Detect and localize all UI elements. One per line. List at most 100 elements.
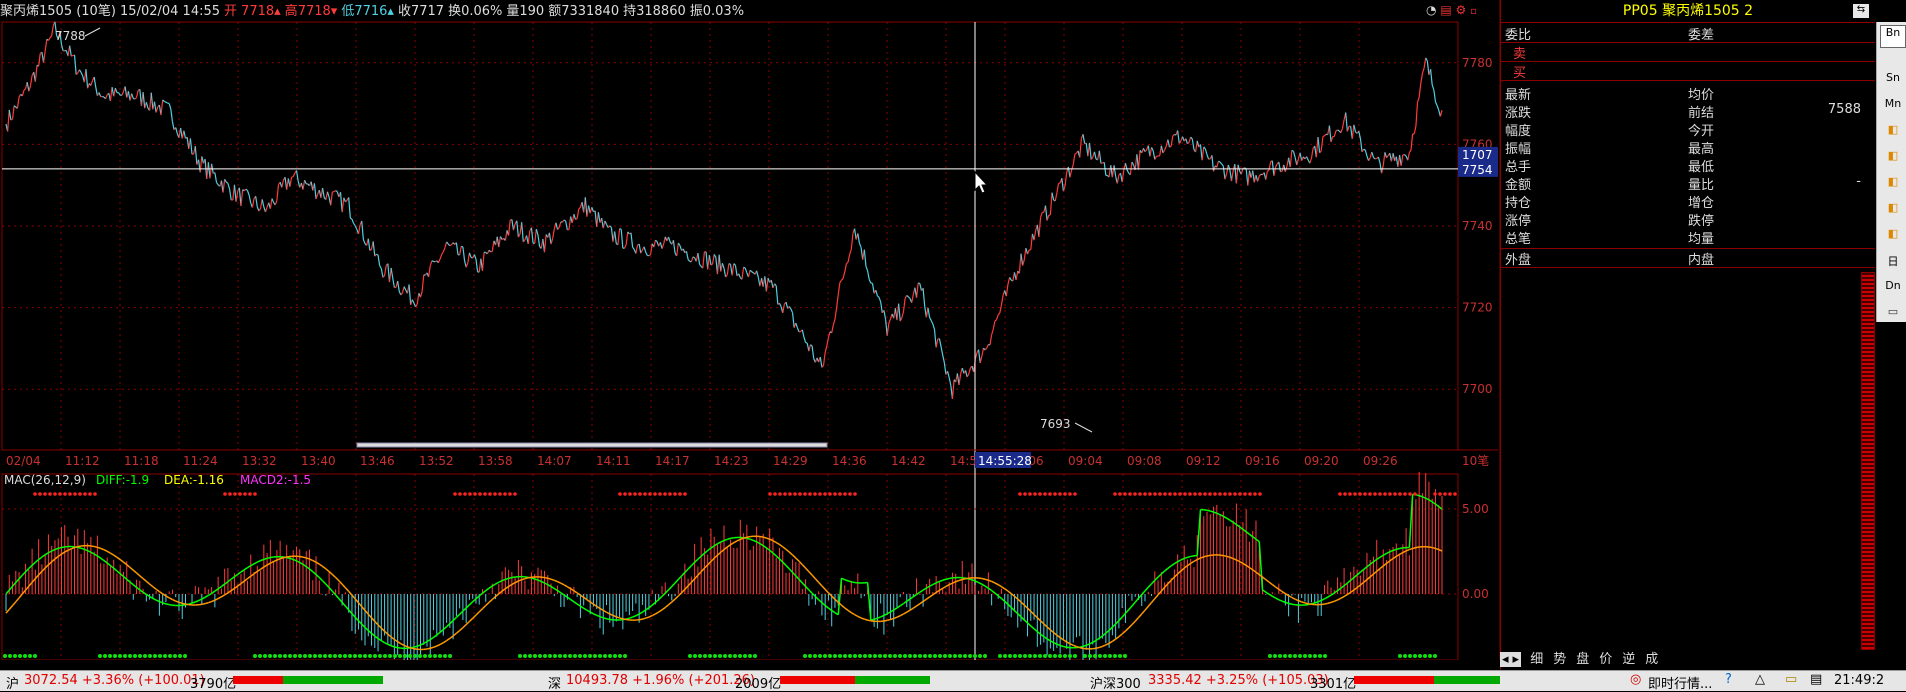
price-segment [71, 55, 73, 56]
price-segment [930, 318, 932, 321]
chart-area[interactable]: 77807760774077207700778876931707775402/0… [0, 0, 1500, 660]
price-segment [195, 146, 197, 164]
toolbar-dn[interactable]: Dn [1880, 278, 1906, 301]
price-segment [1122, 170, 1124, 182]
restore-icon[interactable]: ▫ [1470, 6, 1477, 17]
diff-line [747, 538, 750, 539]
x-tick-label: 14:17 [655, 454, 690, 468]
price-segment [450, 245, 452, 246]
tool-icon[interactable]: ▭ [1880, 304, 1906, 327]
dea-line [456, 631, 459, 634]
panel-tab[interactable]: 盘 [1576, 652, 1589, 667]
sell-signal-dot [308, 654, 312, 658]
price-segment [868, 271, 870, 280]
panel-tab[interactable]: 价 [1599, 652, 1612, 667]
panel-tabs[interactable]: ◂▸ 细势盘价逆成 [1500, 648, 1874, 668]
dea-line [1096, 647, 1099, 648]
price-segment [1019, 254, 1021, 274]
toolbar-mn[interactable]: Mn [1880, 96, 1906, 119]
dea-line [1155, 595, 1158, 599]
side-toolbar[interactable]: Bn Sn Mn ◧ ◧ ◧ ◧ ◧ 日 Dn ▭ [1876, 22, 1906, 322]
buy-signal-dot [83, 492, 87, 496]
sell-signal-dot [423, 654, 427, 658]
sell-signal-dot [998, 654, 1002, 658]
chart-tool-icons[interactable]: ◔ ▤ ⚙ ▫ [1426, 3, 1477, 17]
dea-line [1001, 587, 1004, 589]
tool-icon[interactable]: ◧ [1880, 122, 1906, 145]
diff-line [61, 547, 64, 548]
price-segment [331, 192, 333, 205]
price-segment [132, 94, 134, 99]
dea-line [551, 579, 554, 580]
clock-icon[interactable]: ◔ [1426, 3, 1436, 17]
diff-line [290, 558, 293, 559]
y-tick-label: 7700 [1462, 382, 1493, 396]
price-segment [1331, 137, 1333, 142]
diff-line [809, 590, 812, 593]
price-segment [742, 267, 744, 279]
news-ticker[interactable]: 即时行情... [1648, 673, 1712, 692]
low-marker-leader [1075, 423, 1092, 432]
dea-line [486, 602, 489, 605]
panel-tab[interactable]: 逆 [1622, 652, 1635, 667]
buy-signal-dot [1188, 492, 1192, 496]
buy-signal-dot [453, 492, 457, 496]
toolbar-bn[interactable]: Bn [1880, 25, 1906, 48]
sell-signal-dot [938, 654, 942, 658]
price-segment [662, 244, 664, 249]
buy-signal-dot [483, 492, 487, 496]
folder-icon[interactable]: ▭ [1785, 672, 1797, 687]
price-segment [931, 321, 933, 325]
price-segment [210, 164, 212, 178]
price-segment [482, 252, 484, 271]
panel-scrollbar[interactable] [1861, 272, 1875, 650]
price-segment [35, 65, 37, 81]
diff-line [1191, 556, 1194, 557]
buy-signal-dot [1228, 492, 1232, 496]
tool-icon[interactable]: ◧ [1880, 174, 1906, 197]
price-segment [368, 239, 370, 251]
toolbar-sn[interactable]: Sn [1880, 70, 1906, 93]
buy-signal-dot [88, 492, 92, 496]
panel-tab[interactable]: 细 [1530, 652, 1543, 667]
dea-line [287, 556, 290, 557]
tool-icon[interactable]: ◧ [1880, 148, 1906, 171]
book-icon[interactable]: ▤ [1440, 3, 1451, 17]
panel-tab[interactable]: 成 [1645, 652, 1658, 667]
dea-line [1073, 645, 1076, 646]
dea-line [186, 604, 189, 605]
price-segment [907, 295, 909, 297]
tool-icon[interactable]: ◧ [1880, 226, 1906, 249]
tool-icon[interactable]: ◧ [1880, 200, 1906, 223]
buy-signal-dot [828, 492, 832, 496]
next-tab-icon[interactable]: ▸ [1511, 652, 1522, 667]
price-segment [1021, 254, 1023, 266]
dea-line [917, 604, 920, 606]
warning-icon[interactable]: △ [1755, 672, 1765, 687]
sell-signal-dot [1038, 654, 1042, 658]
price-segment [156, 107, 158, 113]
price-segment [809, 345, 811, 351]
prev-tab-icon[interactable]: ◂ [1500, 652, 1511, 667]
diff-line [394, 647, 397, 648]
price-segment [713, 254, 715, 264]
price-segment [378, 255, 380, 266]
panel-tab[interactable]: 势 [1553, 652, 1566, 667]
buy-signal-dot [1243, 492, 1247, 496]
help-icon[interactable]: ? [1725, 672, 1732, 687]
switch-icon[interactable]: ⇆ [1853, 4, 1869, 18]
doc-icon[interactable]: ▤ [1810, 672, 1822, 687]
alert-icon[interactable]: ◎ [1630, 672, 1641, 687]
settings-icon[interactable]: ⚙ [1455, 3, 1466, 17]
toolbar-day[interactable]: 日 [1880, 252, 1906, 275]
sell-signal-dot [433, 654, 437, 658]
sell-signal-dot [588, 654, 592, 658]
sell-signal-dot [118, 654, 122, 658]
dea-line [763, 537, 766, 538]
sell-signal-dot [8, 654, 12, 658]
price-segment [1259, 174, 1261, 176]
sell-signal-dot [578, 654, 582, 658]
price-macd-chart[interactable]: 77807760774077207700778876931707775402/0… [0, 0, 1500, 660]
range-scroll-bar[interactable] [357, 443, 827, 447]
diff-line [1279, 600, 1282, 601]
